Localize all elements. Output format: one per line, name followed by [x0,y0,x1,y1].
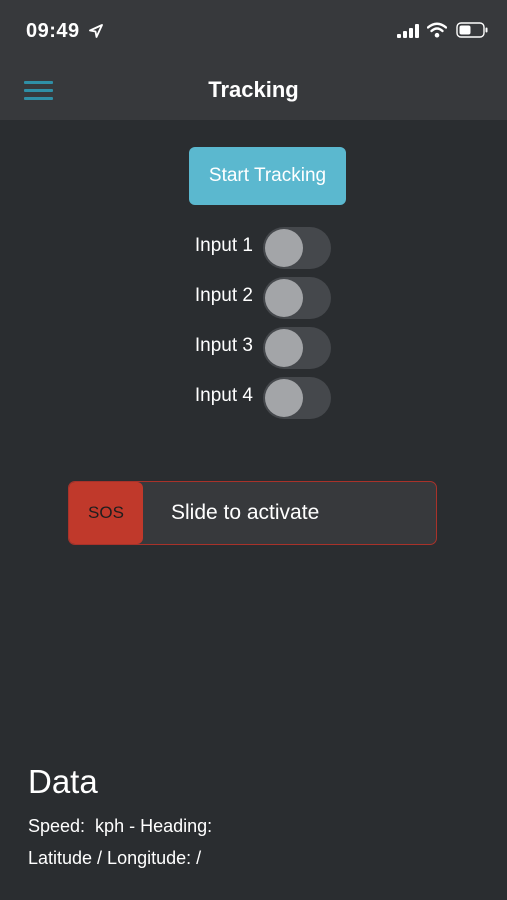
cellular-signal-icon [397,24,419,38]
input-4-toggle[interactable] [263,377,331,419]
page-title: Tracking [208,77,299,102]
status-bar: 09:49 [0,0,507,62]
speed-heading-readout: Speed: kph - Heading: [28,816,218,836]
app-header: Tracking [0,62,507,120]
input-1-label: Input 1 [194,235,253,256]
start-tracking-button[interactable]: Start Tracking [189,147,346,205]
input-3-label: Input 3 [194,335,253,356]
sos-slider[interactable]: SOS Slide to activate [68,481,437,545]
toggle-knob [265,379,303,417]
input-4-label: Input 4 [194,385,253,406]
input-row-3: Input 3 [0,327,507,369]
wifi-icon [427,22,447,38]
input-2-toggle[interactable] [263,277,331,319]
input-3-toggle[interactable] [263,327,331,369]
toggle-knob [265,329,303,367]
input-1-toggle[interactable] [263,227,331,269]
toggle-knob [265,279,303,317]
location-arrow-icon [89,24,103,38]
toggle-knob [265,229,303,267]
input-row-4: Input 4 [0,377,507,419]
latitude-longitude-readout: Latitude / Longitude: / [28,848,202,868]
sos-slider-handle[interactable]: SOS [69,482,143,544]
input-2-label: Input 2 [194,285,253,306]
input-row-1: Input 1 [0,227,507,269]
sos-slider-label: Slide to activate [171,501,320,524]
status-time: 09:49 [26,20,80,42]
battery-icon [456,22,488,38]
data-heading: Data [28,763,98,800]
input-row-2: Input 2 [0,277,507,319]
tracking-screen: 09:49 Tracking Start Tracking Input 1 In… [0,0,507,900]
